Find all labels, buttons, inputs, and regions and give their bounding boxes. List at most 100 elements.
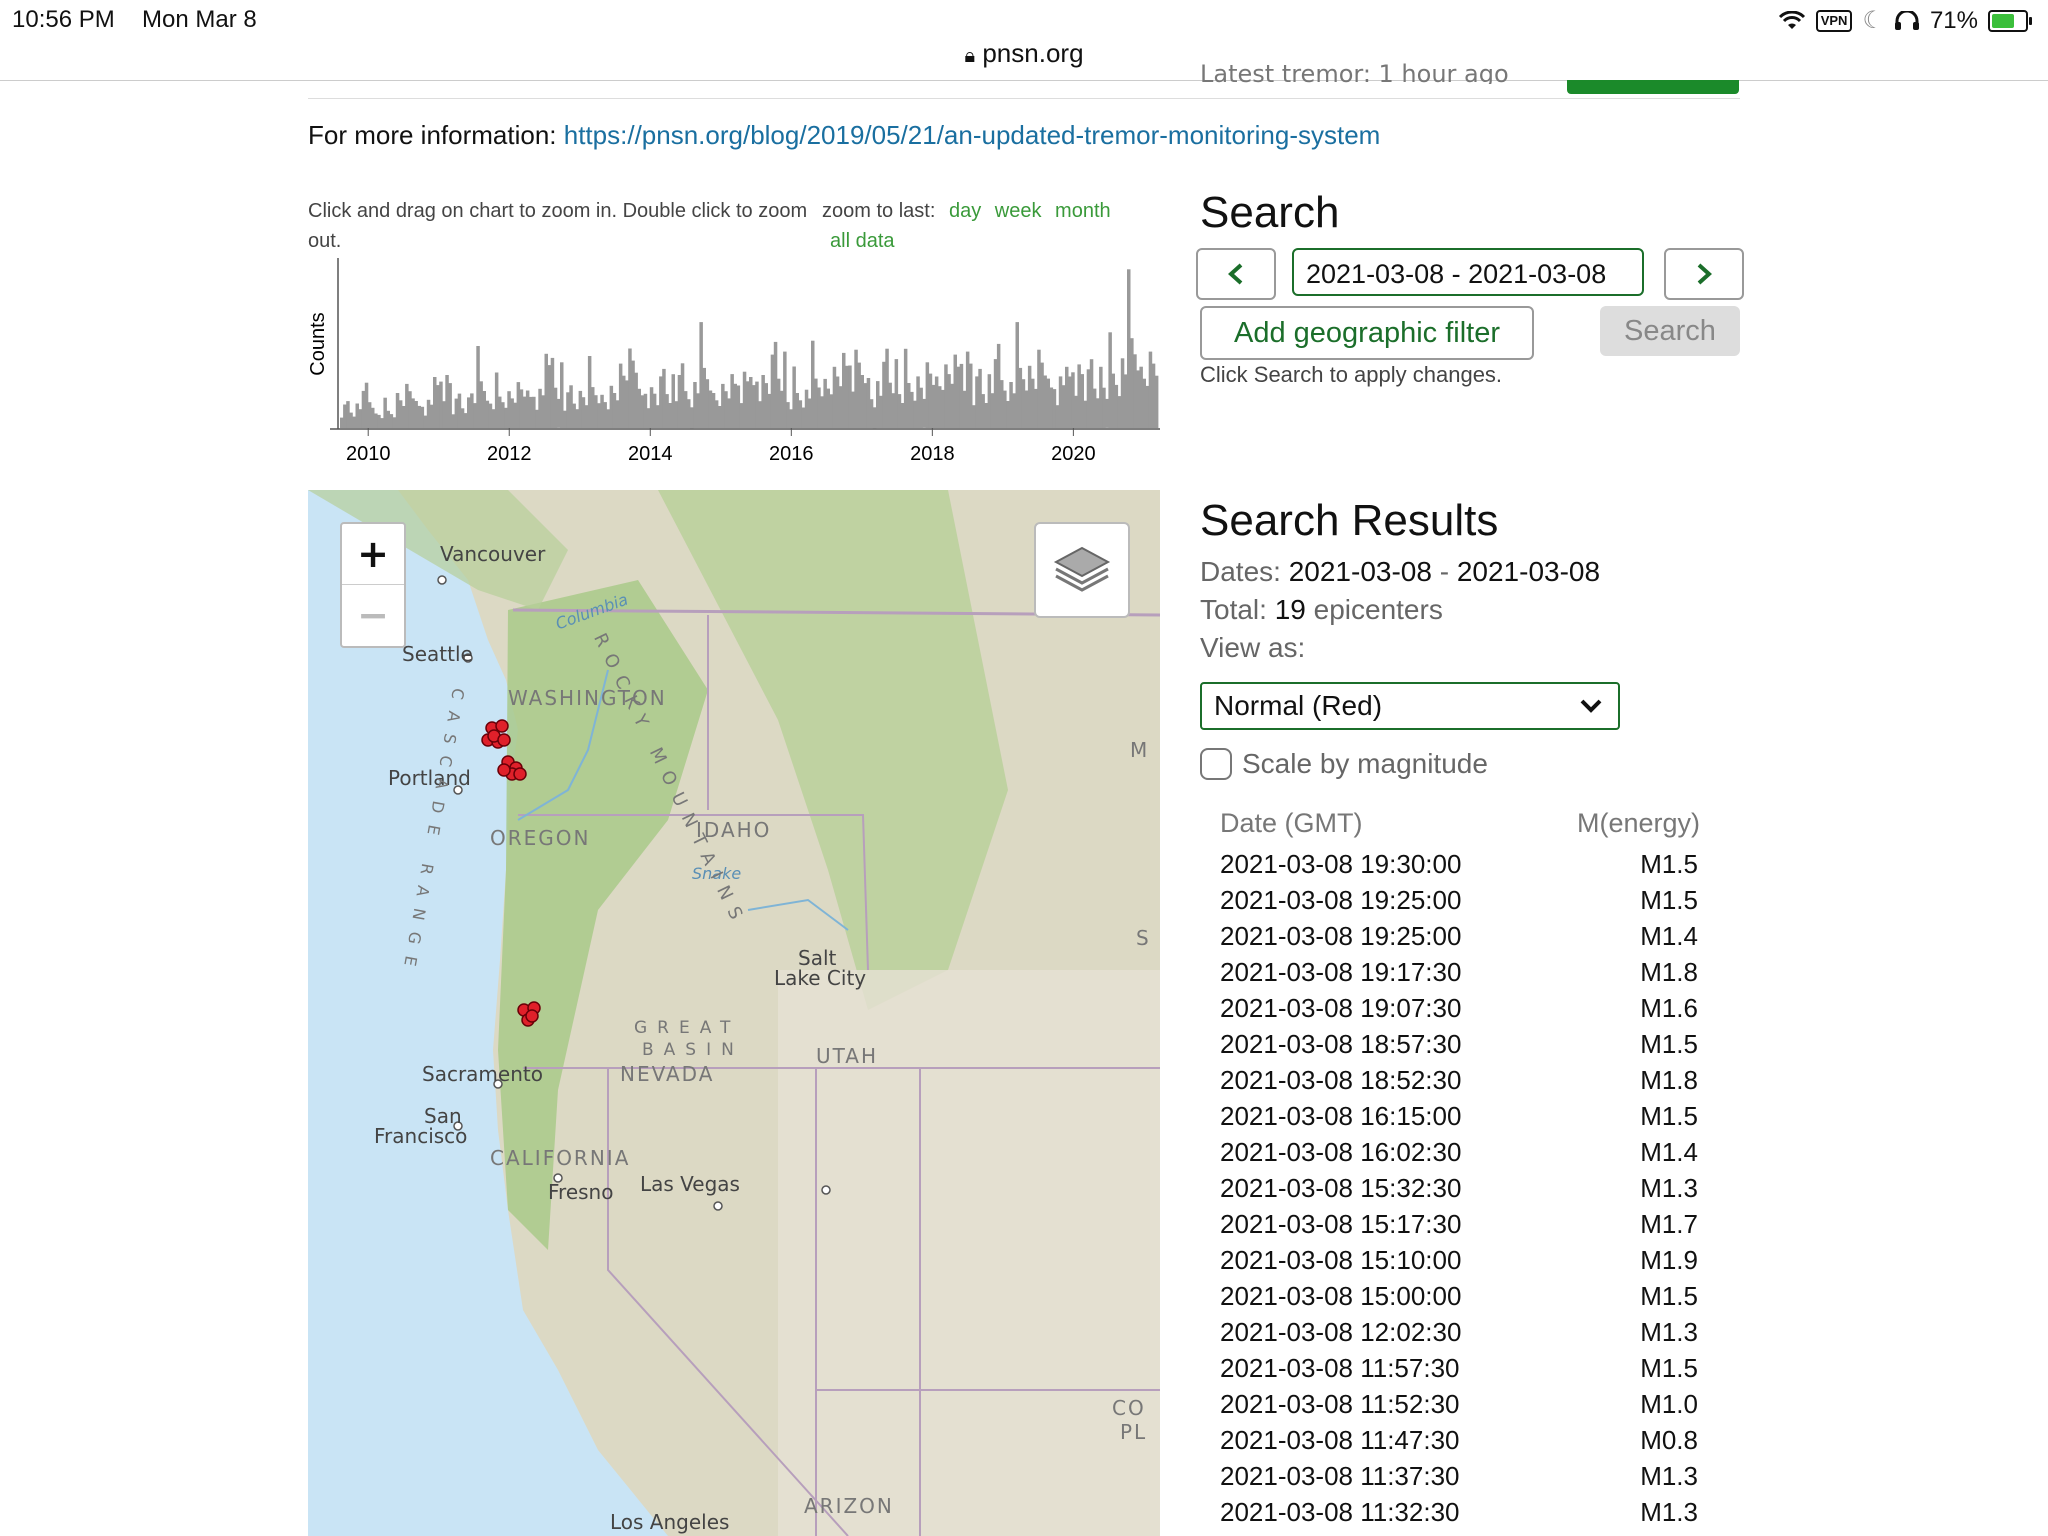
table-row[interactable]: 2021-03-08 19:07:30 M1.6 [1220, 990, 1700, 1026]
chart-bar [411, 398, 415, 428]
chart-bar [1139, 366, 1143, 428]
chart-bar [659, 376, 663, 428]
scale-checkbox[interactable] [1200, 748, 1232, 780]
table-row[interactable]: 2021-03-08 18:52:30 M1.8 [1220, 1062, 1700, 1098]
chart-bar [560, 362, 564, 428]
next-date-button[interactable] [1664, 248, 1744, 300]
zoom-week-link[interactable]: week [995, 200, 1042, 222]
map-zoom-control: + − [340, 522, 406, 648]
row-magnitude: M1.9 [1640, 1245, 1698, 1275]
layers-button[interactable] [1034, 522, 1130, 618]
chart-bar [758, 401, 762, 428]
chart-bar [705, 379, 710, 428]
chart-bar [1040, 362, 1044, 428]
chart-bar [544, 353, 548, 428]
chart-bar [1046, 378, 1050, 428]
map-label: BASIN [642, 1040, 744, 1060]
table-row[interactable]: 2021-03-08 11:52:30 M1.0 [1220, 1386, 1700, 1422]
chart-bar [485, 400, 490, 428]
table-row[interactable]: 2021-03-08 12:02:30 M1.3 [1220, 1314, 1700, 1350]
chart-bar [826, 388, 830, 428]
zoom-all-link[interactable]: all data [830, 230, 895, 252]
chart-bar [928, 373, 933, 428]
scale-by-magnitude[interactable]: Scale by magnitude [1200, 748, 1488, 780]
view-as-select[interactable]: Normal (Red) [1200, 682, 1620, 730]
row-date: 2021-03-08 18:52:30 [1220, 1065, 1462, 1095]
chart-bar [783, 351, 787, 428]
chart-bar [1080, 374, 1084, 428]
chart-bar [1012, 393, 1016, 428]
chart-bar [665, 394, 669, 428]
table-row[interactable]: 2021-03-08 16:02:30 M1.4 [1220, 1134, 1700, 1170]
table-row[interactable]: 2021-03-08 15:17:30 M1.7 [1220, 1206, 1700, 1242]
row-date: 2021-03-08 15:17:30 [1220, 1209, 1462, 1239]
chart-bar [656, 405, 660, 428]
table-row[interactable]: 2021-03-08 15:00:00 M1.5 [1220, 1278, 1700, 1314]
table-row[interactable]: 2021-03-08 11:47:30 M0.8 [1220, 1422, 1700, 1458]
chart-bar [879, 395, 883, 428]
table-row[interactable]: 2021-03-08 11:37:30 M1.3 [1220, 1458, 1700, 1494]
row-date: 2021-03-08 11:57:30 [1220, 1353, 1460, 1383]
x-tick-label: 2010 [346, 443, 391, 465]
chart-bar [842, 352, 846, 428]
table-row[interactable]: 2021-03-08 11:32:30 M1.3 [1220, 1494, 1700, 1530]
chart-bar [770, 354, 775, 428]
dates-label: Dates: [1200, 556, 1289, 587]
chart-bar [690, 407, 694, 429]
map-label: Vancouver [440, 542, 546, 566]
chart-bar [628, 348, 632, 428]
map-label: M [1130, 738, 1148, 762]
chart-bar [795, 393, 799, 428]
chart-bar [662, 368, 666, 428]
chart-bar [417, 405, 421, 428]
chart-bar [643, 393, 648, 428]
chart-bar [1102, 387, 1106, 428]
chart-bar [556, 398, 561, 428]
chart-bar [693, 382, 697, 428]
chart-bar [494, 372, 499, 428]
total-label: Total: [1200, 594, 1275, 625]
row-date: 2021-03-08 15:32:30 [1220, 1173, 1462, 1203]
row-date: 2021-03-08 18:57:30 [1220, 1029, 1462, 1059]
zoom-out-button[interactable]: − [342, 585, 404, 645]
chart-bar [513, 402, 517, 428]
chart-bar [786, 402, 790, 428]
search-button[interactable]: Search [1600, 306, 1740, 356]
browser-url-bar[interactable]: 🔒︎ pnsn.org [0, 34, 2048, 81]
col-date: Date (GMT) [1220, 808, 1363, 838]
date-range-input[interactable]: 2021-03-08 - 2021-03-08 [1292, 248, 1644, 296]
chevron-right-icon [1697, 263, 1712, 285]
zoom-month-link[interactable]: month [1055, 200, 1111, 222]
chart-bar [773, 341, 778, 428]
chart-bar [1024, 390, 1029, 428]
table-row[interactable]: 2021-03-08 19:17:30 M1.8 [1220, 954, 1700, 990]
url-text[interactable]: 🔒︎ pnsn.org [0, 38, 2048, 69]
row-magnitude: M1.7 [1640, 1209, 1698, 1239]
table-row[interactable]: 2021-03-08 19:30:00 M1.5 [1220, 846, 1700, 882]
tremor-map[interactable]: Vancouver Seattle WASHINGTON Portland OR… [308, 490, 1160, 1536]
table-row[interactable]: 2021-03-08 19:25:00 M1.5 [1220, 882, 1700, 918]
zoom-in-button[interactable]: + [342, 524, 404, 585]
chart-bar [473, 403, 477, 428]
table-row[interactable]: 2021-03-08 15:10:00 M1.9 [1220, 1242, 1700, 1278]
chevron-down-icon [1580, 699, 1602, 713]
chart-bar [798, 400, 803, 428]
more-info-link[interactable]: https://pnsn.org/blog/2019/05/21/an-upda… [564, 120, 1381, 150]
zoom-day-link[interactable]: day [949, 200, 981, 222]
row-date: 2021-03-08 19:25:00 [1220, 885, 1462, 915]
tremor-count-chart[interactable]: Counts 2010 2012 2014 2016 2018 2020 [300, 254, 1160, 474]
chart-bar [767, 393, 772, 428]
add-geographic-filter-button[interactable]: Add geographic filter [1200, 306, 1534, 360]
chart-bar [646, 408, 651, 428]
chart-bar [535, 409, 539, 428]
table-row[interactable]: 2021-03-08 18:57:30 M1.5 [1220, 1026, 1700, 1062]
chart-bar [872, 407, 877, 429]
prev-date-button[interactable] [1196, 248, 1276, 300]
table-row[interactable]: 2021-03-08 15:32:30 M1.3 [1220, 1170, 1700, 1206]
table-row[interactable]: 2021-03-08 16:15:00 M1.5 [1220, 1098, 1700, 1134]
table-row[interactable]: 2021-03-08 11:57:30 M1.5 [1220, 1350, 1700, 1386]
x-tick-label: 2018 [910, 443, 955, 465]
header-green-button[interactable] [1567, 80, 1739, 94]
chart-bar [637, 388, 641, 428]
table-row[interactable]: 2021-03-08 19:25:00 M1.4 [1220, 918, 1700, 954]
